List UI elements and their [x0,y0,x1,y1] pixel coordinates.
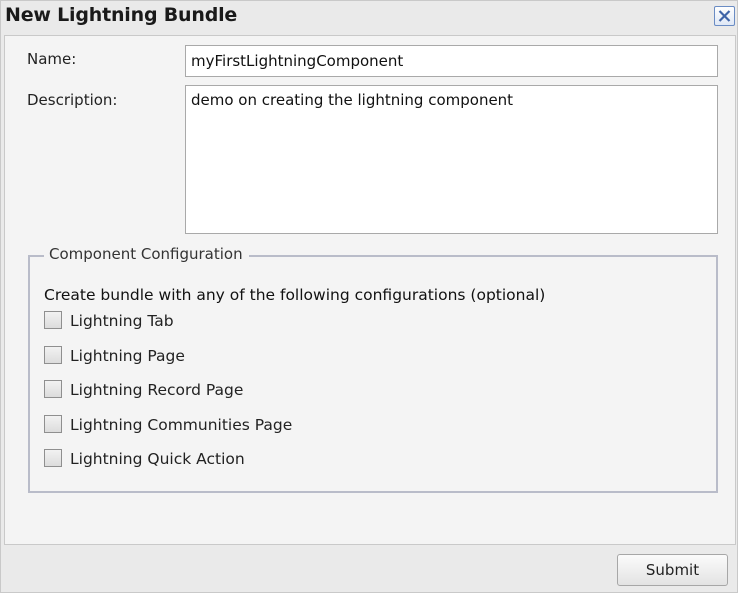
lightning-page-checkbox[interactable] [44,346,62,364]
lightning-tab-checkbox[interactable] [44,311,62,329]
option-lightning-page[interactable]: Lightning Page [44,346,444,368]
option-lightning-tab[interactable]: Lightning Tab [44,311,444,333]
lightning-quick-action-checkbox[interactable] [44,449,62,467]
dialog-title: New Lightning Bundle [5,4,238,26]
configuration-hint: Create bundle with any of the following … [44,286,546,304]
option-label: Lightning Page [70,347,185,365]
component-configuration-fieldset: Component Configuration Create bundle wi… [28,245,718,493]
description-textarea[interactable]: demo on creating the lightning component [185,85,718,234]
option-label: Lightning Communities Page [70,416,293,434]
name-input[interactable] [185,45,718,77]
close-button[interactable] [714,6,735,26]
name-label: Name: [27,50,77,68]
new-lightning-bundle-dialog: New Lightning Bundle Name: Description: … [0,0,738,593]
option-lightning-record-page[interactable]: Lightning Record Page [44,380,444,402]
lightning-record-page-checkbox[interactable] [44,380,62,398]
submit-button[interactable]: Submit [617,554,728,586]
option-lightning-communities-page[interactable]: Lightning Communities Page [44,415,444,437]
option-label: Lightning Quick Action [70,450,245,468]
option-lightning-quick-action[interactable]: Lightning Quick Action [44,449,444,471]
option-label: Lightning Record Page [70,381,244,399]
title-bar: New Lightning Bundle [1,1,737,33]
close-icon [718,10,731,22]
description-label: Description: [27,91,118,109]
lightning-communities-page-checkbox[interactable] [44,415,62,433]
dialog-content: Name: Description: demo on creating the … [4,35,736,545]
fieldset-legend: Component Configuration [44,245,249,263]
option-label: Lightning Tab [70,312,174,330]
